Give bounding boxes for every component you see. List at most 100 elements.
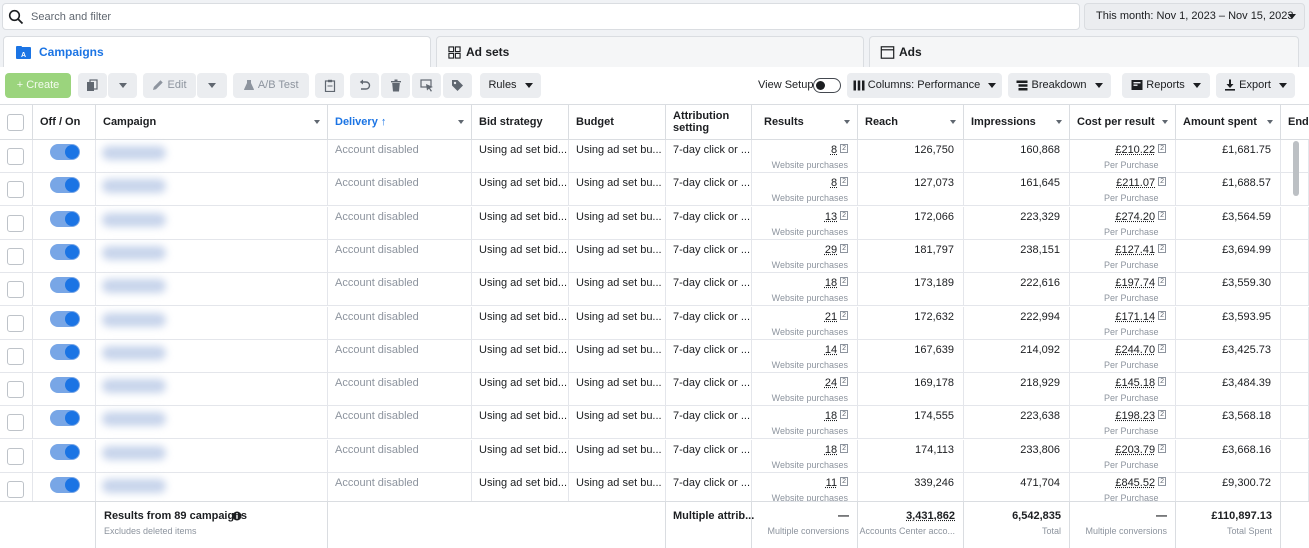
column-header-budget[interactable]: Budget (569, 105, 666, 140)
campaign-name-cell[interactable] (96, 373, 328, 407)
column-header-bid-strategy[interactable]: Bid strategy (472, 105, 569, 140)
cost-value[interactable]: £845.52 (1115, 477, 1155, 489)
results-value[interactable]: 11 (826, 477, 837, 489)
tag-button[interactable] (443, 73, 472, 98)
cost-value[interactable]: £127.41 (1115, 244, 1155, 256)
row-checkbox[interactable] (7, 314, 24, 332)
columns-button[interactable]: Columns: Performance (847, 73, 1002, 98)
results-value[interactable]: 18 (825, 277, 837, 289)
campaign-name-redacted[interactable] (102, 146, 166, 160)
campaign-on-off-toggle[interactable] (50, 343, 80, 360)
cost-value[interactable]: £171.14 (1115, 311, 1155, 323)
campaign-name-redacted[interactable] (102, 379, 166, 394)
results-value[interactable]: 21 (825, 311, 837, 323)
rules-button[interactable]: Rules (480, 73, 541, 98)
table-row[interactable]: Account disabled Using ad set bid... Using… (0, 373, 1309, 407)
results-value[interactable]: 18 (825, 444, 837, 456)
results-value[interactable]: 14 (825, 344, 837, 356)
row-checkbox[interactable] (7, 381, 24, 399)
campaign-on-off-toggle[interactable] (50, 243, 80, 260)
column-header-attribution[interactable]: Attribution setting (666, 105, 752, 140)
campaign-name-redacted[interactable] (102, 345, 166, 360)
column-header-results[interactable]: Results (752, 105, 858, 140)
campaign-name-cell[interactable] (96, 206, 328, 240)
row-checkbox[interactable] (7, 214, 24, 232)
campaign-name-redacted[interactable] (102, 312, 166, 327)
clipboard-button[interactable] (315, 73, 344, 98)
campaign-name-cell[interactable] (96, 173, 328, 207)
campaign-name-cell[interactable] (96, 239, 328, 273)
delete-button[interactable] (381, 73, 410, 98)
campaign-on-off-toggle[interactable] (50, 144, 80, 160)
row-checkbox[interactable] (7, 148, 24, 165)
column-header-campaign[interactable]: Campaign (96, 105, 328, 140)
campaign-on-off-toggle[interactable] (50, 410, 80, 427)
preview-button[interactable] (412, 73, 441, 98)
campaign-name-redacted[interactable] (102, 445, 166, 460)
campaign-name-cell[interactable] (96, 273, 328, 307)
results-value[interactable]: 13 (825, 211, 837, 223)
row-checkbox[interactable] (7, 247, 24, 265)
search-box[interactable] (2, 3, 1080, 30)
campaign-on-off-toggle[interactable] (50, 210, 80, 227)
campaign-on-off-toggle[interactable] (50, 277, 80, 294)
table-scrollbar[interactable] (1293, 141, 1299, 196)
cost-value[interactable]: £145.18 (1115, 377, 1155, 389)
row-checkbox[interactable] (7, 481, 24, 498)
campaign-on-off-toggle[interactable] (50, 177, 80, 194)
table-row[interactable]: Account disabled Using ad set bid... Using… (0, 306, 1309, 340)
breakdown-button[interactable]: Breakdown (1008, 73, 1111, 98)
campaign-on-off-toggle[interactable] (50, 377, 80, 394)
cost-value[interactable]: £198.23 (1115, 410, 1155, 422)
table-row[interactable]: Account disabled Using ad set bid... Using… (0, 406, 1309, 440)
table-row[interactable]: Account disabled Using ad set bid... Using… (0, 439, 1309, 473)
column-header-impressions[interactable]: Impressions (964, 105, 1070, 140)
campaign-on-off-toggle[interactable] (50, 477, 80, 493)
ab-test-button[interactable]: A/B Test (233, 73, 309, 98)
cost-value[interactable]: £274.20 (1115, 211, 1155, 223)
table-row[interactable]: Account disabled Using ad set bid... Using… (0, 339, 1309, 373)
column-header-reach[interactable]: Reach (858, 105, 964, 140)
campaign-name-cell[interactable] (96, 306, 328, 340)
undo-button[interactable] (350, 73, 379, 98)
tab-campaigns[interactable]: A Campaigns (3, 36, 431, 68)
column-header-cost-per-result[interactable]: Cost per result (1070, 105, 1176, 140)
duplicate-dropdown[interactable] (108, 73, 137, 98)
row-checkbox[interactable] (7, 447, 24, 465)
footer-reach[interactable]: 3,431,862 (906, 510, 955, 522)
column-header-amount-spent[interactable]: Amount spent (1176, 105, 1281, 140)
export-button[interactable]: Export (1216, 73, 1295, 98)
campaign-name-cell[interactable] (96, 140, 328, 173)
column-header-delivery[interactable]: Delivery ↑ (328, 105, 472, 140)
cost-value[interactable]: £211.07 (1116, 177, 1155, 189)
row-checkbox[interactable] (7, 181, 24, 199)
edit-dropdown[interactable] (197, 73, 227, 98)
select-all-checkbox[interactable] (7, 114, 24, 131)
date-range-picker[interactable]: This month: Nov 1, 2023 – Nov 15, 2023 (1084, 3, 1305, 30)
cost-value[interactable]: £210.22 (1115, 144, 1155, 156)
table-row[interactable]: Account disabled Using ad set bid... Using… (0, 273, 1309, 307)
row-checkbox[interactable] (7, 281, 24, 299)
view-setup-toggle[interactable] (813, 78, 841, 93)
campaign-name-cell[interactable] (96, 439, 328, 473)
tab-ad-sets[interactable]: Ad sets (436, 36, 864, 67)
cost-value[interactable]: £203.79 (1115, 444, 1155, 456)
campaign-name-redacted[interactable] (102, 212, 166, 227)
cost-value[interactable]: £197.74 (1115, 277, 1155, 289)
search-input[interactable] (31, 8, 931, 26)
campaign-name-redacted[interactable] (102, 279, 166, 294)
table-row[interactable]: Account disabled Using ad set bid... Using… (0, 206, 1309, 240)
results-value[interactable]: 8 (831, 144, 837, 156)
duplicate-button[interactable] (78, 73, 107, 98)
column-header-ends[interactable]: Ends (1281, 105, 1309, 140)
campaign-name-cell[interactable] (96, 406, 328, 440)
row-checkbox[interactable] (7, 347, 24, 365)
campaign-name-cell[interactable] (96, 339, 328, 373)
info-icon[interactable] (232, 511, 242, 521)
reports-button[interactable]: Reports (1122, 73, 1210, 98)
table-row[interactable]: Account disabled Using ad set bid... Using… (0, 239, 1309, 273)
tab-ads[interactable]: Ads (869, 36, 1299, 67)
edit-button[interactable]: Edit (143, 73, 196, 98)
results-value[interactable]: 18 (825, 410, 837, 422)
table-row[interactable]: Account disabled Using ad set bid... Using… (0, 140, 1309, 173)
